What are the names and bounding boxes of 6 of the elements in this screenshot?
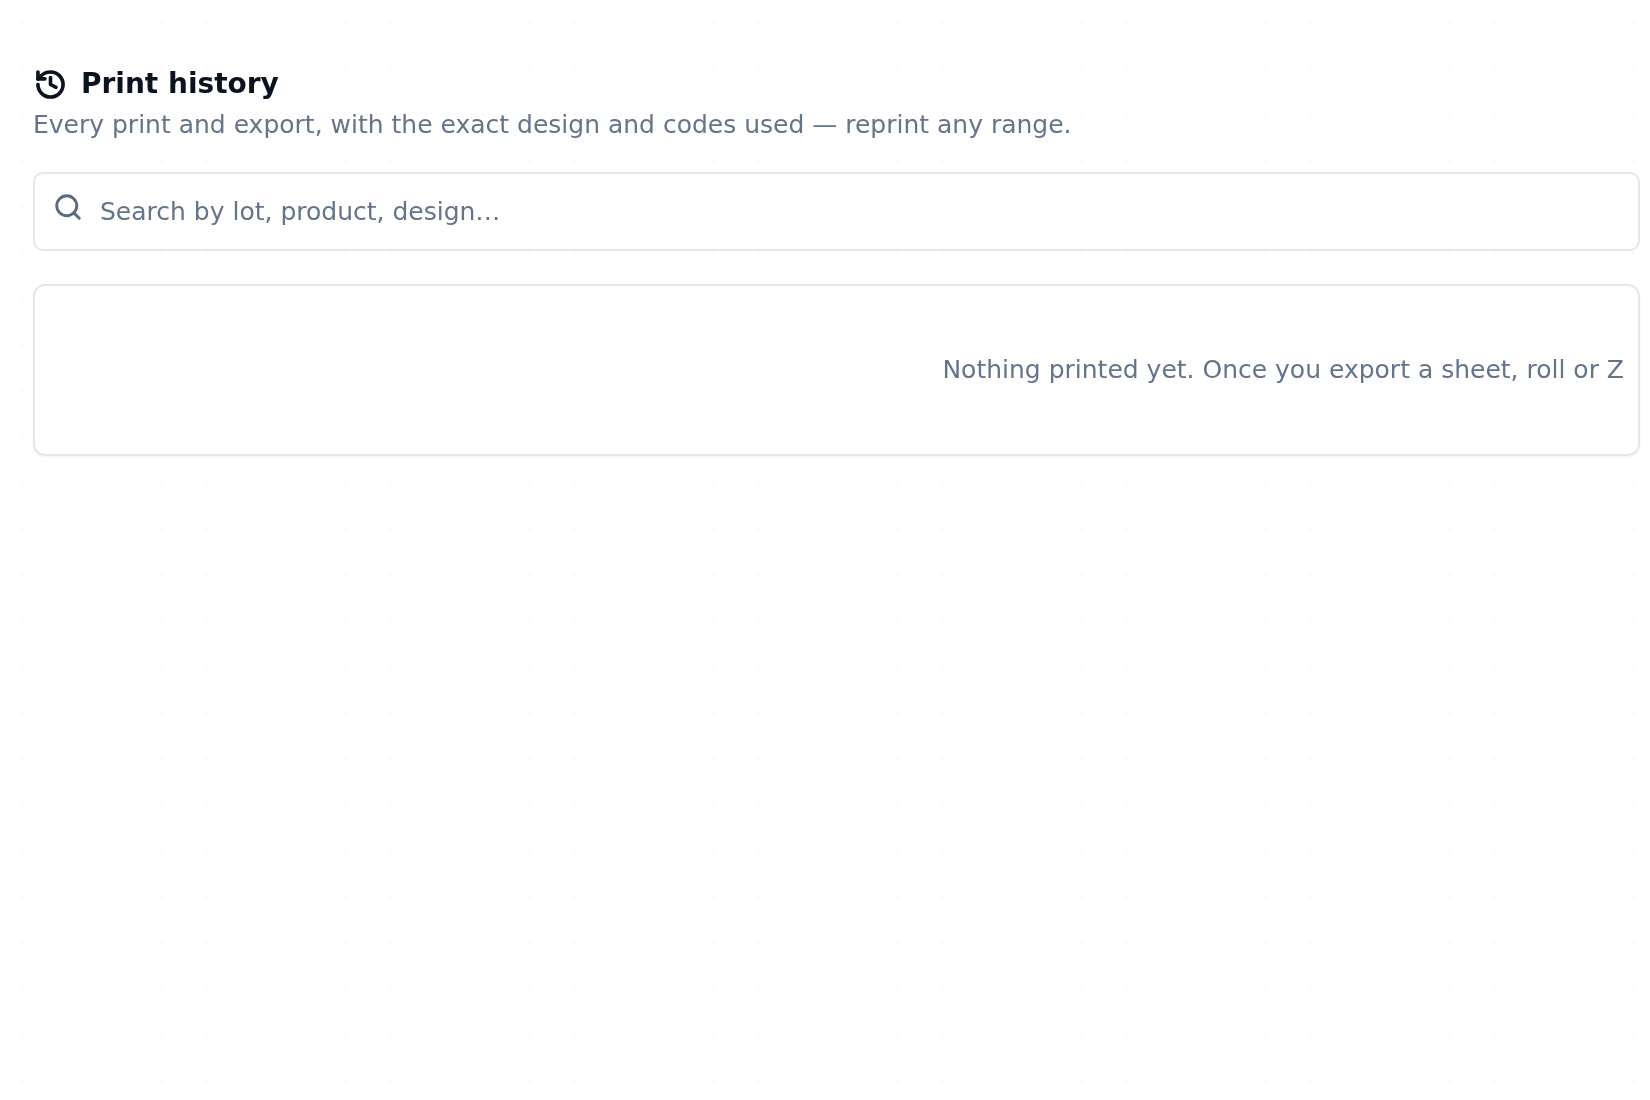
history-icon	[36, 69, 65, 99]
search-field[interactable]: Search by lot, product, design…	[33, 172, 1640, 251]
search-icon	[55, 194, 81, 220]
page-title: Print history	[81, 66, 279, 102]
page-subtitle: Every print and export, with the exact design and codes used — reprint any range.	[33, 109, 1073, 141]
empty-state-message: Nothing printed yet. Once you export a sheet, roll or Z	[942, 354, 1624, 386]
